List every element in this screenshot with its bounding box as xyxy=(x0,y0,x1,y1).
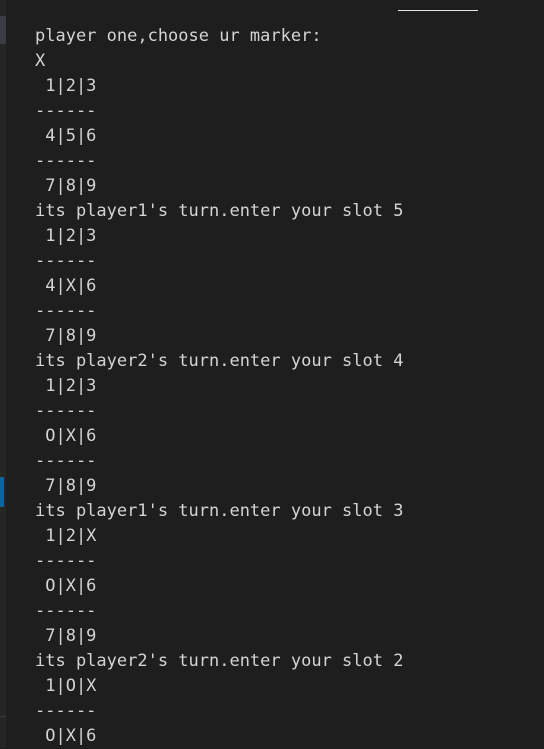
terminal-line: player one,choose ur marker: xyxy=(35,26,322,46)
terminal-line: ------ xyxy=(35,301,97,321)
terminal-line: 7|8|9 xyxy=(35,176,97,196)
terminal-line: ------ xyxy=(35,401,97,421)
terminal-line: 1|2|3 xyxy=(35,76,97,96)
gutter-top-block xyxy=(0,16,6,44)
terminal-line: X xyxy=(35,51,46,71)
terminal-line: 1|2|3 xyxy=(35,376,97,396)
terminal-line: ------ xyxy=(35,551,97,571)
terminal-line: 7|8|9 xyxy=(35,626,97,646)
top-divider-line xyxy=(398,10,478,11)
terminal-line: its player2's turn.enter your slot 2 xyxy=(35,651,404,671)
terminal-line: its player2's turn.enter your slot 4 xyxy=(35,351,404,371)
terminal-line: ------ xyxy=(35,701,97,721)
terminal-line: 7|8|9 xyxy=(35,326,97,346)
terminal-line: O|X|6 xyxy=(35,426,97,446)
terminal-line: its player1's turn.enter your slot 5 xyxy=(35,201,404,221)
terminal-line: 1|O|X xyxy=(35,676,97,696)
terminal-output[interactable]: player one,choose ur marker: X 1|2|3 ---… xyxy=(35,24,544,749)
terminal-line: ------ xyxy=(35,451,97,471)
gutter-active-marker xyxy=(0,477,4,507)
terminal-line: ------ xyxy=(35,101,97,121)
terminal-line: O|X|6 xyxy=(35,576,97,596)
terminal-line: ------ xyxy=(35,251,97,271)
terminal-line: 7|8|9 xyxy=(35,476,97,496)
terminal-line: ------ xyxy=(35,601,97,621)
terminal-line: ------ xyxy=(35,151,97,171)
terminal-line: its player1's turn.enter your slot 3 xyxy=(35,501,404,521)
terminal-line: 4|5|6 xyxy=(35,126,97,146)
terminal-line: O|X|6 xyxy=(35,726,97,746)
terminal-line: 1|2|X xyxy=(35,526,97,546)
terminal-line: 4|X|6 xyxy=(35,276,97,296)
terminal-line: 1|2|3 xyxy=(35,226,97,246)
gutter-tick xyxy=(0,716,6,717)
left-gutter xyxy=(0,0,6,748)
